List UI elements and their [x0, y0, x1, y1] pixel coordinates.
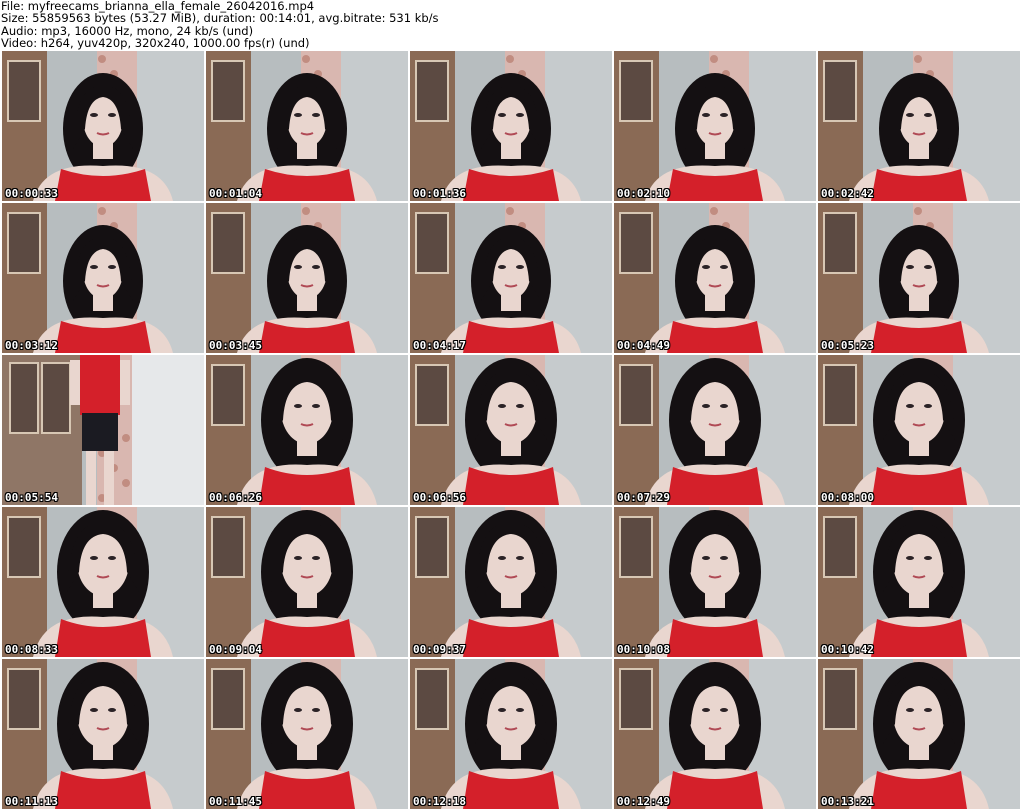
thumbnail-frame: 00:12:18: [410, 659, 612, 809]
thumbnail-frame: 00:03:12: [2, 203, 204, 353]
frame-image: [614, 51, 816, 201]
thumbnail-frame: 00:04:17: [410, 203, 612, 353]
frame-image: [818, 659, 1020, 809]
thumbnail-frame: 00:08:33: [2, 507, 204, 657]
thumbnail-frame: 00:02:42: [818, 51, 1020, 201]
thumbnail-frame: 00:05:23: [818, 203, 1020, 353]
frame-image: [2, 355, 204, 505]
thumbnail-grid: 00:00:33 00:01:04 00:01:36 00:02:10 00:02:42…: [0, 50, 1024, 811]
frame-timestamp: 00:06:56: [413, 491, 466, 504]
thumbnail-frame: 00:10:42: [818, 507, 1020, 657]
thumbnail-frame: 00:01:36: [410, 51, 612, 201]
thumbnail-frame: 00:06:56: [410, 355, 612, 505]
frame-timestamp: 00:05:54: [5, 491, 58, 504]
frame-timestamp: 00:08:00: [821, 491, 874, 504]
file-size-line: Size: 55859563 bytes (53.27 MiB), durati…: [1, 11, 439, 26]
frame-image: [410, 51, 612, 201]
thumbnail-frame: 00:08:00: [818, 355, 1020, 505]
frame-image: [614, 203, 816, 353]
frame-image: [206, 355, 408, 505]
frame-image: [206, 507, 408, 657]
thumbnail-frame: 00:09:37: [410, 507, 612, 657]
thumbnail-frame: 00:05:54: [2, 355, 204, 505]
frame-image: [2, 507, 204, 657]
frame-image: [410, 203, 612, 353]
frame-timestamp: 00:12:49: [617, 795, 670, 808]
frame-timestamp: 00:07:29: [617, 491, 670, 504]
frame-image: [206, 659, 408, 809]
file-info-header: File: myfreecams_brianna_ella_female_260…: [1, 0, 1021, 50]
frame-image: [410, 507, 612, 657]
frame-image: [614, 659, 816, 809]
frame-timestamp: 00:10:42: [821, 643, 874, 656]
frame-timestamp: 00:11:45: [209, 795, 262, 808]
frame-image: [614, 355, 816, 505]
frame-timestamp: 00:00:33: [5, 187, 58, 200]
frame-timestamp: 00:12:18: [413, 795, 466, 808]
frame-timestamp: 00:01:04: [209, 187, 262, 200]
frame-timestamp: 00:05:23: [821, 339, 874, 352]
frame-image: [818, 203, 1020, 353]
thumbnail-frame: 00:11:45: [206, 659, 408, 809]
thumbnail-frame: 00:02:10: [614, 51, 816, 201]
frame-timestamp: 00:03:45: [209, 339, 262, 352]
thumbnail-frame: 00:10:08: [614, 507, 816, 657]
frame-image: [818, 51, 1020, 201]
thumbnail-frame: 00:11:13: [2, 659, 204, 809]
thumbnail-frame: 00:00:33: [2, 51, 204, 201]
thumbnail-frame: 00:07:29: [614, 355, 816, 505]
frame-timestamp: 00:01:36: [413, 187, 466, 200]
thumbnail-frame: 00:01:04: [206, 51, 408, 201]
thumbnail-frame: 00:13:21: [818, 659, 1020, 809]
thumbnail-frame: 00:12:49: [614, 659, 816, 809]
frame-timestamp: 00:02:42: [821, 187, 874, 200]
frame-timestamp: 00:04:17: [413, 339, 466, 352]
frame-timestamp: 00:10:08: [617, 643, 670, 656]
frame-timestamp: 00:09:04: [209, 643, 262, 656]
frame-timestamp: 00:13:21: [821, 795, 874, 808]
frame-timestamp: 00:11:13: [5, 795, 58, 808]
frame-timestamp: 00:09:37: [413, 643, 466, 656]
frame-timestamp: 00:03:12: [5, 339, 58, 352]
frame-image: [2, 659, 204, 809]
thumbnail-frame: 00:04:49: [614, 203, 816, 353]
frame-image: [206, 51, 408, 201]
frame-image: [614, 507, 816, 657]
thumbnail-frame: 00:06:26: [206, 355, 408, 505]
frame-image: [2, 203, 204, 353]
frame-image: [818, 355, 1020, 505]
thumbnail-frame: 00:03:45: [206, 203, 408, 353]
frame-image: [410, 355, 612, 505]
thumbnail-frame: 00:09:04: [206, 507, 408, 657]
frame-image: [2, 51, 204, 201]
frame-timestamp: 00:06:26: [209, 491, 262, 504]
frame-timestamp: 00:02:10: [617, 187, 670, 200]
frame-timestamp: 00:04:49: [617, 339, 670, 352]
frame-image: [818, 507, 1020, 657]
frame-image: [410, 659, 612, 809]
video-info-line: Video: h264, yuv420p, 320x240, 1000.00 f…: [1, 35, 310, 50]
frame-image: [206, 203, 408, 353]
frame-timestamp: 00:08:33: [5, 643, 58, 656]
